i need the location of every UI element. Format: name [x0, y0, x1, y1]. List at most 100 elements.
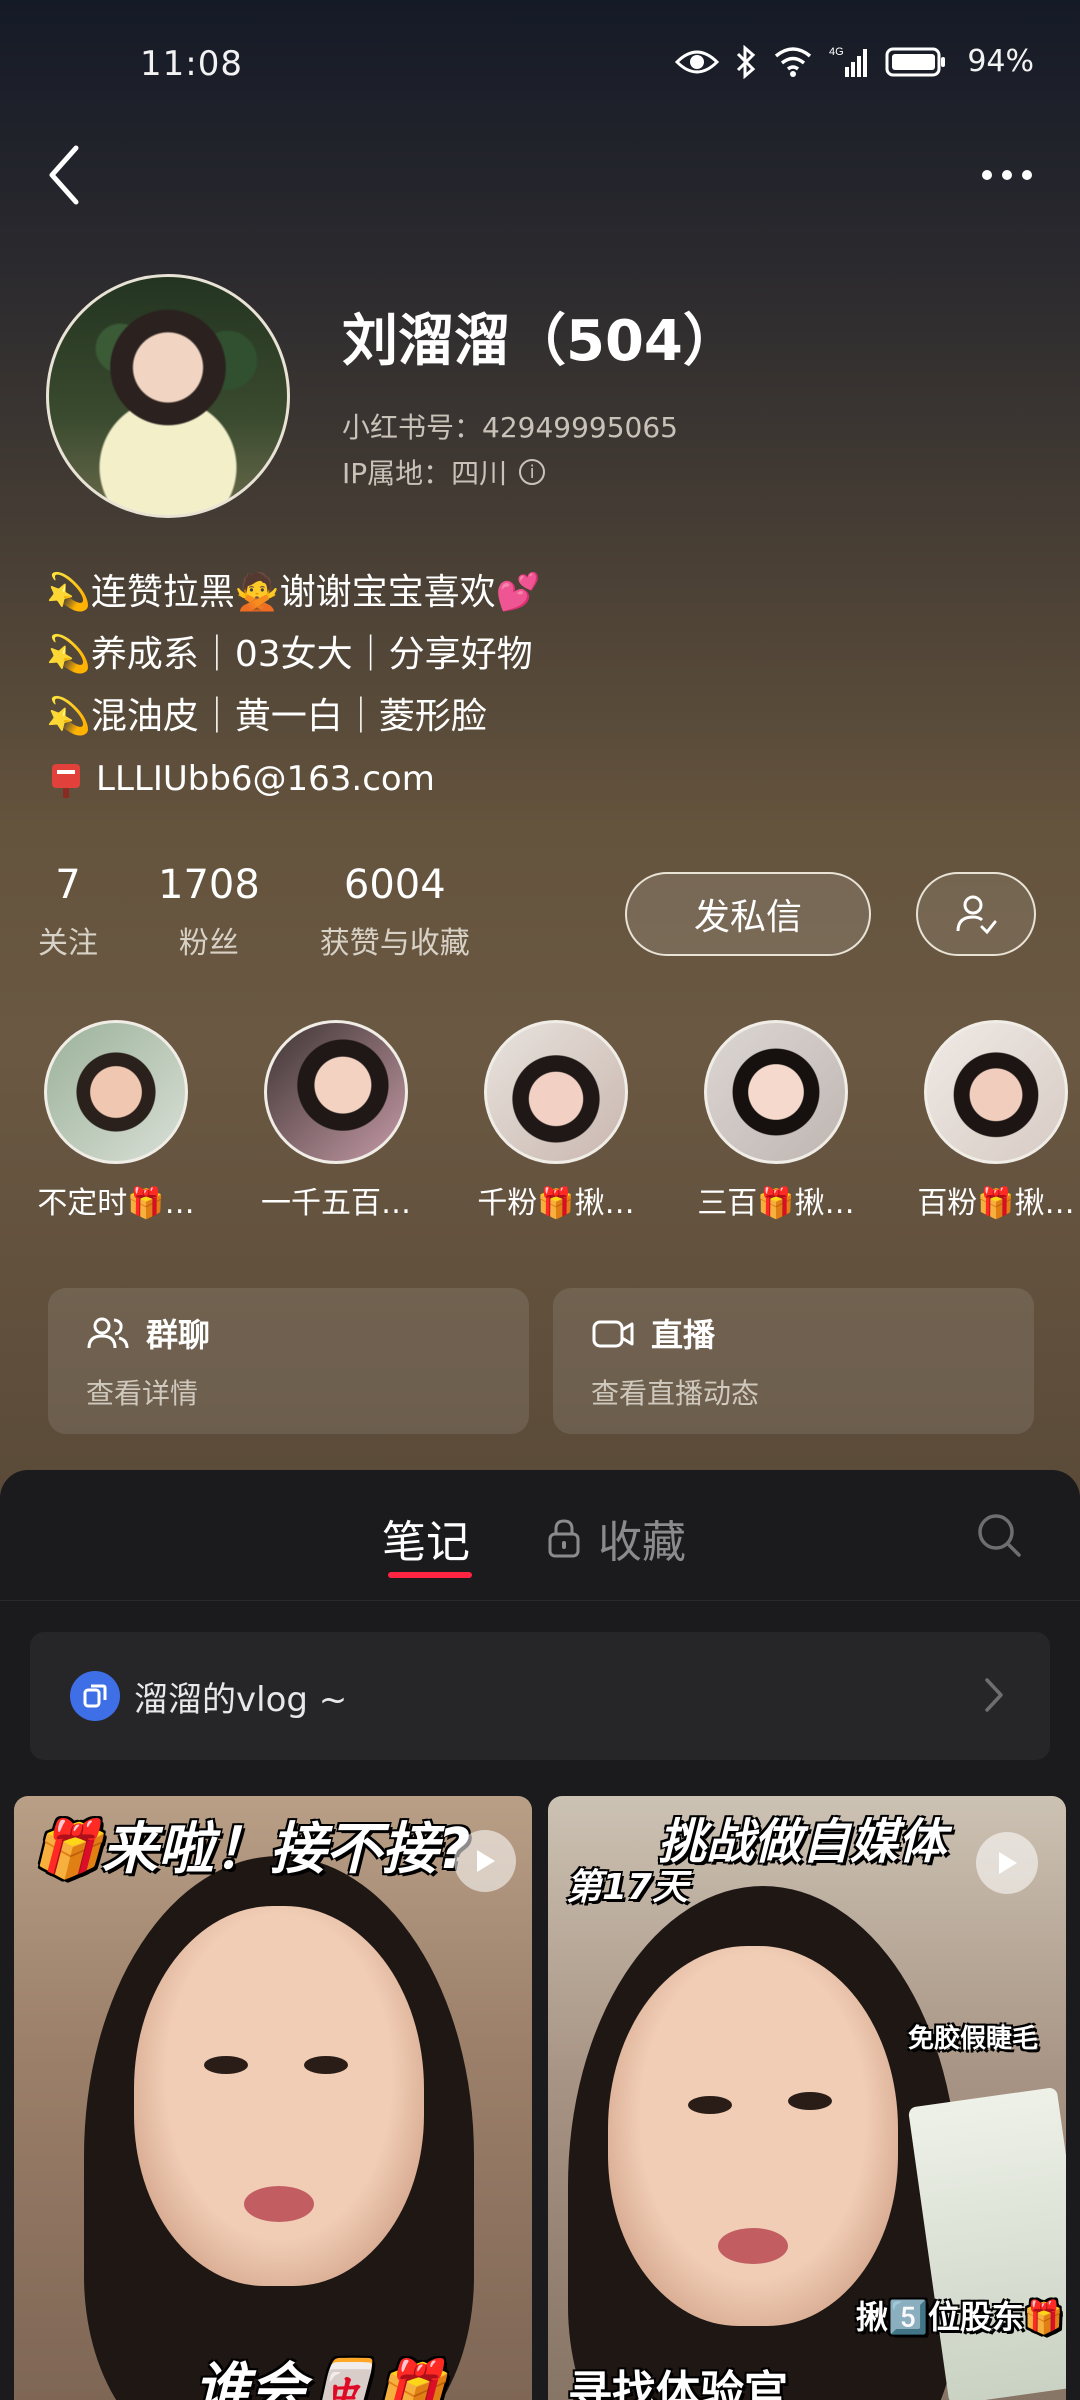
collection-banner[interactable]: 溜溜的vlog ~ — [30, 1632, 1050, 1760]
note-subtitle: 第17天 — [566, 1867, 689, 1908]
highlight-thumbnail — [704, 1020, 848, 1164]
profile-ip: IP属地：四川 i — [342, 452, 546, 492]
highlight-thumbnail — [44, 1020, 188, 1164]
stat-number: 6004 — [343, 862, 446, 908]
highlight-thumbnail — [924, 1020, 1068, 1164]
note-bottom-caption: 寻找体验官 — [568, 2367, 788, 2400]
highlight-item[interactable]: 一千五百… — [236, 1020, 436, 1222]
highlight-label: 一千五百… — [261, 1186, 411, 1221]
signal-icon: 4G — [829, 46, 868, 77]
highlight-item[interactable]: 百粉🎁揪… — [896, 1020, 1080, 1222]
live-title-row: 直播 — [591, 1310, 996, 1356]
tab-bar: 笔记 收藏 — [0, 1470, 1080, 1601]
highlight-label: 三百🎁揪… — [697, 1186, 855, 1221]
profile-bio: 💫连赞拉黑🙅谢谢宝宝喜欢💕 💫养成系｜03女大｜分享好物 💫混油皮｜黄一白｜菱形… — [46, 562, 1026, 810]
highlight-item[interactable]: 千粉🎁揪… — [456, 1020, 656, 1222]
more-dot-icon — [1022, 170, 1032, 180]
highlight-item[interactable]: 不定时🎁… — [16, 1020, 216, 1222]
note-image-detail — [718, 2228, 788, 2264]
note-title: 挑战做自媒体 — [658, 1814, 947, 1870]
video-badge — [976, 1832, 1038, 1894]
note-image-face — [608, 1946, 898, 2326]
highlight-thumbnail — [484, 1020, 628, 1164]
bio-line: 💫连赞拉黑🙅谢谢宝宝喜欢💕 — [46, 572, 541, 613]
note-card[interactable]: 🎁来啦！接不接? 谁会🀄🎁呢? — [14, 1796, 532, 2400]
active-tab-indicator — [388, 1572, 472, 1578]
note-corner-caption: 揪5️⃣位股东🎁 — [856, 2298, 1064, 2336]
note-image-detail — [688, 2096, 732, 2114]
follow-button[interactable] — [916, 872, 1036, 956]
group-chat-card[interactable]: 群聊 查看详情 — [48, 1288, 529, 1434]
stat-number: 1708 — [158, 862, 260, 908]
tab-notes[interactable]: 笔记 — [382, 1506, 470, 1570]
chevron-right-icon — [985, 1678, 1003, 1712]
mailbox-icon — [52, 764, 80, 798]
play-icon — [999, 1852, 1017, 1874]
note-title: 🎁来啦！接不接? — [32, 1817, 471, 1882]
group-chat-title-row: 群聊 — [86, 1310, 491, 1356]
back-button[interactable] — [44, 140, 104, 210]
collection-arrow — [982, 1672, 1006, 1722]
tab-favorites[interactable]: 收藏 — [546, 1506, 686, 1570]
stats-row: 7 关注 1708 粉丝 6004 获赞与收藏 — [38, 862, 530, 962]
svg-text:4G: 4G — [829, 46, 844, 58]
stat-followers[interactable]: 1708 粉丝 — [158, 862, 260, 962]
notes-search-button[interactable] — [974, 1510, 1024, 1564]
collection-icon — [70, 1671, 120, 1721]
email-text: LLLIUbb6@163.com — [96, 759, 435, 799]
group-chat-subtitle: 查看详情 — [86, 1377, 199, 1410]
notes-grid: 🎁来啦！接不接? 谁会🀄🎁呢? 挑战做自媒体 第17天 免胶假睫毛 揪5️⃣位股… — [14, 1796, 1066, 2400]
note-image-detail — [788, 2092, 832, 2110]
video-badge — [454, 1830, 516, 1892]
lock-icon — [548, 1519, 580, 1558]
profile-name: 刘溜溜（504） — [342, 309, 739, 374]
highlight-label: 千粉🎁揪… — [477, 1186, 635, 1221]
avatar[interactable] — [46, 274, 290, 518]
user-check-icon — [956, 895, 997, 935]
send-message-button[interactable]: 发私信 — [625, 872, 871, 956]
live-subtitle: 查看直播动态 — [591, 1377, 760, 1410]
video-camera-icon — [592, 1320, 634, 1348]
bio-line: 💫养成系｜03女大｜分享好物 — [46, 634, 533, 675]
tab-divider — [0, 1600, 1080, 1601]
collection-title: 溜溜的vlog ~ — [134, 1679, 348, 1720]
ip-text: IP属地：四川 — [342, 457, 508, 490]
stat-label: 关注 — [38, 926, 98, 961]
note-card[interactable]: 挑战做自媒体 第17天 免胶假睫毛 揪5️⃣位股东🎁 寻找体验官 — [548, 1796, 1066, 2400]
note-image-face — [134, 1906, 424, 2286]
search-icon — [978, 1514, 1021, 1557]
live-card[interactable]: 直播 查看直播动态 — [553, 1288, 1034, 1434]
highlight-label: 不定时🎁… — [37, 1186, 195, 1221]
play-icon — [477, 1850, 495, 1872]
info-icon[interactable]: i — [519, 459, 546, 485]
stat-label: 获赞与收藏 — [319, 926, 470, 961]
more-button[interactable] — [952, 150, 1032, 200]
more-dot-icon — [1002, 170, 1012, 180]
stat-following[interactable]: 7 关注 — [38, 862, 98, 962]
battery-percent: 94% — [967, 44, 1034, 79]
bluetooth-icon — [737, 44, 756, 79]
battery-icon — [885, 47, 946, 76]
tab-favorites-label: 收藏 — [598, 1517, 686, 1568]
bio-line: 💫混油皮｜黄一白｜菱形脸 — [46, 696, 487, 737]
group-users-icon — [87, 1317, 129, 1349]
highlight-item[interactable]: 三百🎁揪… — [676, 1020, 876, 1222]
stat-number: 7 — [55, 862, 81, 908]
more-dot-icon — [982, 170, 992, 180]
chevron-left-icon — [49, 145, 79, 205]
highlight-thumbnail — [264, 1020, 408, 1164]
highlights-row: 不定时🎁… 一千五百… 千粉🎁揪… 三百🎁揪… 百粉🎁揪… — [0, 1020, 1080, 1230]
stat-likes[interactable]: 6004 获赞与收藏 — [320, 862, 470, 962]
note-image-detail — [304, 2056, 348, 2074]
note-image-detail — [244, 2186, 314, 2222]
feature-cards: 群聊 查看详情 直播 查看直播动态 — [48, 1288, 1034, 1434]
stat-label: 粉丝 — [178, 926, 239, 961]
eye-icon — [675, 50, 720, 73]
note-side-caption: 免胶假睫毛 — [908, 2024, 1039, 2054]
stack-icon — [83, 1684, 107, 1708]
live-title: 直播 — [651, 1316, 716, 1354]
status-icons: 4G 94% — [675, 44, 1034, 79]
highlight-label: 百粉🎁揪… — [917, 1186, 1075, 1221]
group-chat-title: 群聊 — [146, 1316, 211, 1354]
wifi-icon — [775, 46, 812, 77]
